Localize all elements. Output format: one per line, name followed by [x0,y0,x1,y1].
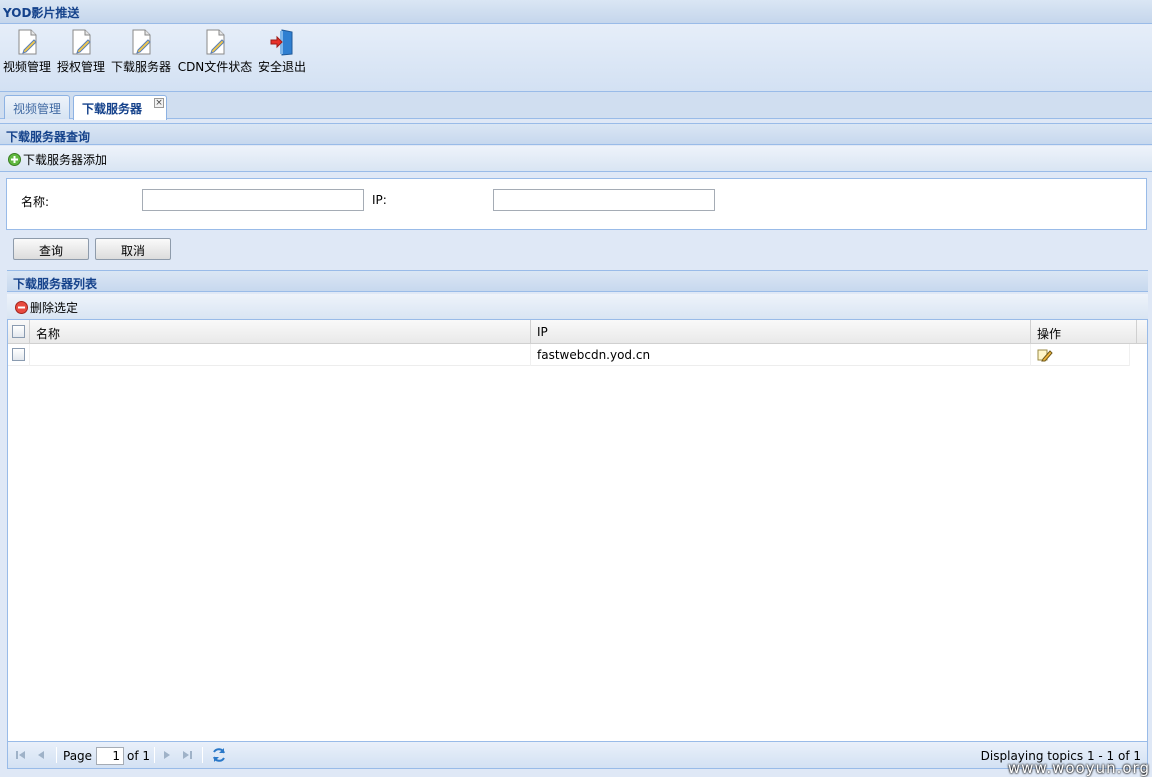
refresh-icon[interactable] [211,747,227,763]
toolbar-label: CDN文件状态 [177,60,253,74]
name-field-label: 名称: [21,195,50,209]
column-header-actions[interactable]: 操作 [1031,320,1137,344]
tab-label: 下载服务器 [82,102,143,116]
document-edit-icon [132,29,151,55]
toolbar-video-management-button[interactable]: 视频管理 [2,28,52,75]
cancel-button[interactable]: 取消 [95,238,171,260]
tab-strip: 视频管理 下载服务器 × [0,92,1152,120]
last-page-icon[interactable] [180,748,194,762]
list-panel-title: 下载服务器列表 [7,270,1148,292]
app-title: YOD影片推送 [0,0,1152,24]
toolbar-label: 安全退出 [257,60,306,74]
search-button[interactable]: 查询 [13,238,89,260]
row-select-cell [8,344,30,366]
delete-circle-icon [15,301,28,314]
select-all-checkbox[interactable] [12,325,25,338]
toolbar-download-server-button[interactable]: 下载服务器 [110,28,172,75]
name-input[interactable] [142,189,364,211]
previous-page-icon[interactable] [34,748,48,762]
main-toolbar: 视频管理 授权管理 下载服务器 CDN文件状态 安全退出 [0,24,1152,92]
pager-separator [56,747,57,763]
toolbar-cdn-status-button[interactable]: CDN文件状态 [176,28,254,75]
row-checkbox[interactable] [12,348,25,361]
paging-toolbar: Page of 1 Displaying topics 1 - 1 of 1 [7,741,1148,769]
toolbar-label: 下载服务器 [110,60,171,74]
ip-input[interactable] [493,189,715,211]
column-header-ip[interactable]: IP [531,320,1031,344]
document-edit-icon [18,29,37,55]
watermark: www.wooyun.org [1007,759,1150,777]
toolbar-logout-button[interactable]: 安全退出 [256,28,308,75]
toolbar-license-management-button[interactable]: 授权管理 [56,28,106,75]
delete-selected-button[interactable]: 删除选定 [7,294,1148,320]
tab-video-management[interactable]: 视频管理 [4,95,70,119]
first-page-icon[interactable] [14,748,28,762]
row-name [30,344,531,366]
query-panel-title: 下载服务器查询 [0,123,1152,145]
tab-label: 视频管理 [13,102,62,116]
select-all-cell [8,320,30,344]
page-number-input[interactable] [96,747,124,765]
delete-selected-label: 删除选定 [30,301,79,315]
logout-door-icon [270,29,293,56]
add-server-button[interactable]: 下载服务器添加 [0,146,1152,172]
toolbar-label: 视频管理 [2,60,51,74]
server-grid: 名称 IP 操作 fastwebcdn.yod.cn [7,320,1148,741]
close-icon[interactable]: × [154,98,164,108]
document-edit-icon [72,29,91,55]
next-page-icon[interactable] [160,748,174,762]
page-count-label: of 1 [127,749,151,763]
table-row[interactable]: fastwebcdn.yod.cn [8,344,1130,366]
grid-header: 名称 IP 操作 [8,320,1147,344]
edit-pencil-icon[interactable] [1037,348,1053,362]
column-header-name[interactable]: 名称 [30,320,531,344]
query-form: 名称: IP: [6,178,1147,230]
pager-separator [154,747,155,763]
row-actions [1031,344,1130,366]
page-label: Page [63,749,93,763]
add-circle-icon [8,153,21,166]
ip-field-label: IP: [372,193,387,207]
document-edit-icon [206,29,225,55]
toolbar-label: 授权管理 [56,60,105,74]
bottom-strip [0,769,1152,777]
pager-separator [202,747,203,763]
add-server-label: 下载服务器添加 [23,153,108,167]
row-ip: fastwebcdn.yod.cn [531,344,1031,366]
tab-download-server[interactable]: 下载服务器 × [73,95,167,120]
